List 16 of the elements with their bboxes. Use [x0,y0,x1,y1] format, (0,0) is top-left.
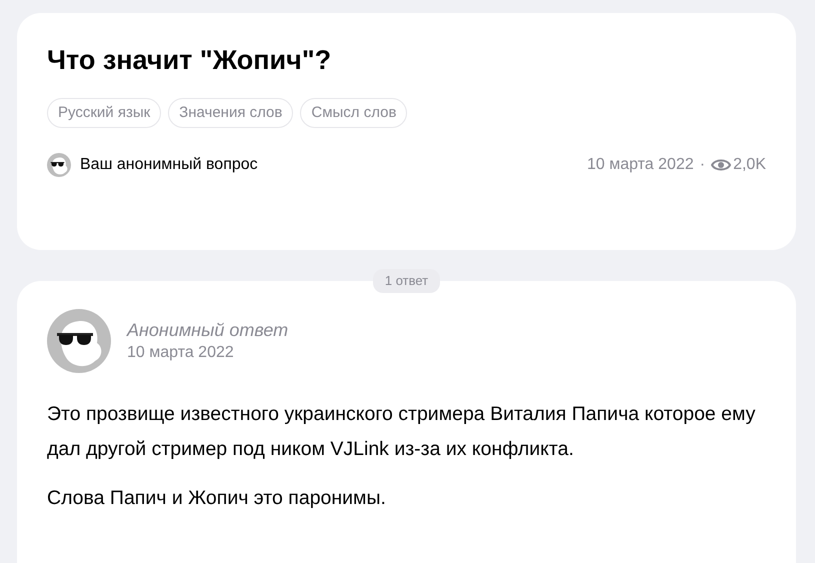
answers-count: 1 ответ [372,269,440,293]
eye-icon [711,158,732,172]
author-name: Ваш анонимный вопрос [80,155,258,175]
answer-paragraph: Это прозвище известного украинского стримера Виталия Папича которое ему дал другой стример под ником VJLink из-за их конфликта. [47,402,756,462]
tag-chip[interactable]: Смысл слов [300,98,408,128]
tag-chip[interactable]: Русский язык [47,98,162,128]
anonymous-avatar-icon [47,153,71,177]
answer-paragraph: Слова Папич и Жопич это паронимы. [47,486,387,511]
answer-author: Анонимный ответ [127,319,288,342]
answer-date: 10 марта 2022 [127,343,235,363]
anonymous-avatar-icon [47,309,111,373]
question-title: Что значит "Жопич"? [47,44,332,77]
separator-dot: · [700,155,706,175]
view-count: 2,0K [733,155,766,175]
question-date: 10 марта 2022 [586,155,694,175]
tag-chip[interactable]: Значения слов [168,98,294,128]
